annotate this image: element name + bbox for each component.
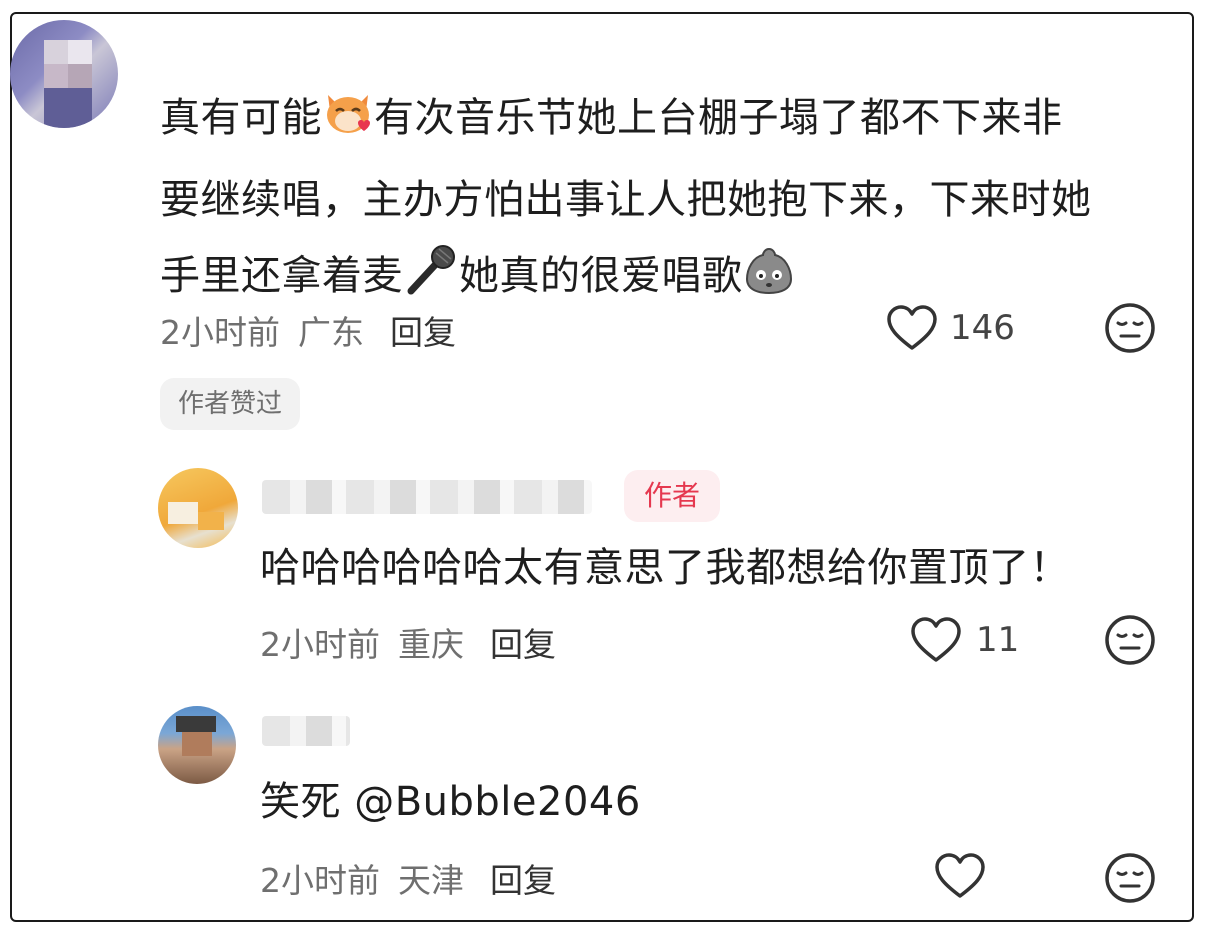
heart-icon[interactable] [910, 616, 962, 664]
like-button[interactable] [910, 616, 962, 668]
meh-face-icon[interactable] [1104, 614, 1156, 666]
avatar[interactable] [158, 706, 236, 784]
username-redacted[interactable] [262, 716, 350, 746]
comment-text: 笑死 @Bubble2046 [260, 779, 641, 825]
reply-button[interactable]: 回复 [490, 625, 556, 664]
heart-icon[interactable] [886, 304, 938, 352]
comment-line: 要继续唱，主办方怕出事让人把她抱下来，下来时她 [160, 177, 1092, 223]
reply-button[interactable]: 回复 [490, 861, 556, 900]
avatar[interactable] [158, 468, 238, 548]
like-count: 146 [950, 308, 1015, 348]
location: 重庆 [398, 625, 464, 664]
cat-heart-icon [322, 86, 374, 162]
dislike-button[interactable] [1104, 302, 1156, 358]
location: 天津 [398, 861, 464, 900]
dislike-button[interactable] [1104, 852, 1156, 908]
comment-meta: 2小时前 重庆 回复 [260, 618, 556, 666]
comment-line: 真有可能 有次音乐节她上台棚子塌了都不下来非 [160, 80, 1160, 162]
like-button[interactable] [886, 304, 938, 356]
meh-face-icon[interactable] [1104, 302, 1156, 354]
avatar[interactable] [10, 20, 118, 128]
reply-button[interactable]: 回复 [390, 313, 456, 352]
timestamp: 2小时前 [260, 861, 380, 900]
comment-meta: 2小时前 天津 回复 [260, 854, 556, 902]
meh-face-icon[interactable] [1104, 852, 1156, 904]
heart-icon[interactable] [934, 852, 986, 900]
username-redacted[interactable] [262, 480, 592, 514]
author-badge: 作者 [624, 470, 721, 522]
comment-text: 真有可能 有次音乐节她上台棚子塌了都不下来非 要继续唱，主办方怕出事让人把她抱下来… [160, 80, 1160, 320]
dislike-button[interactable] [1104, 614, 1156, 670]
author-liked-badge: 作者赞过 [160, 378, 301, 430]
location: 广东 [298, 313, 364, 352]
timestamp: 2小时前 [160, 313, 280, 352]
like-button[interactable] [934, 852, 986, 904]
comment-text: 哈哈哈哈哈哈太有意思了我都想给你置顶了！ [260, 545, 1070, 591]
sad-blob-icon [743, 244, 795, 320]
comment-meta: 2小时前 广东 回复 [160, 306, 456, 354]
timestamp: 2小时前 [260, 625, 380, 664]
like-count: 11 [976, 620, 1020, 660]
